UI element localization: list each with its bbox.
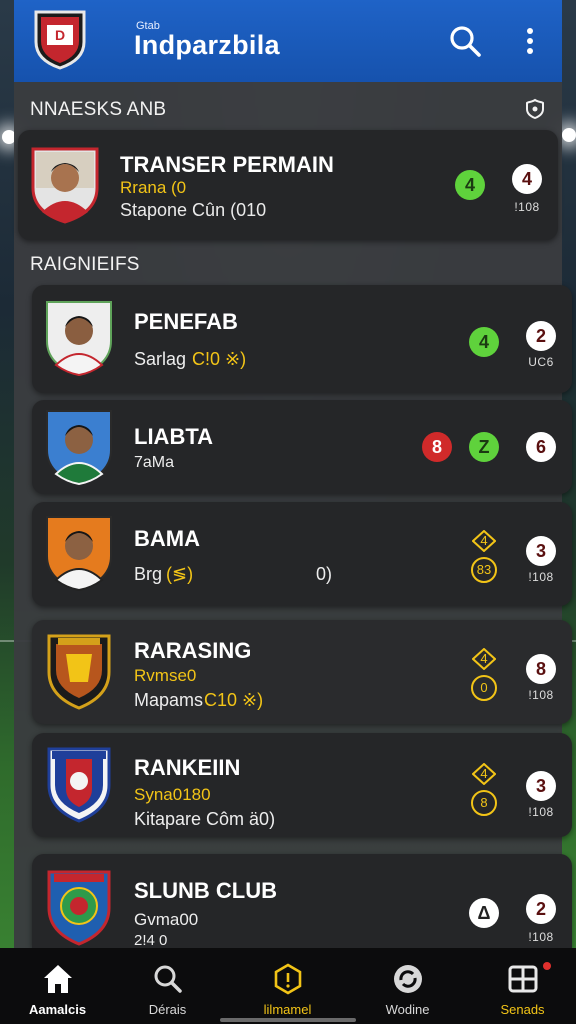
card-name: RARASING — [134, 638, 252, 663]
club-crest-icon — [47, 634, 111, 710]
club-crest-logo[interactable]: D — [32, 8, 88, 70]
shield-outline-icon[interactable] — [524, 98, 546, 120]
player-card-bama[interactable]: BAMA Brg (≶) 0) 4 83 3 !108 — [32, 502, 572, 606]
app-title: Indparzbila — [134, 30, 280, 60]
nav-tab-info[interactable]: lilmamel — [230, 948, 345, 1024]
card-detail: 2!4 0 — [134, 932, 168, 949]
card-detail: Mapams — [134, 690, 204, 710]
hexagon-info-icon — [274, 963, 301, 995]
score-ball-icon: 6 — [526, 432, 556, 462]
score-label: !108 — [528, 930, 554, 944]
card-detail: Kitapare Côm ä0) — [134, 809, 276, 829]
nav-tab-refresh[interactable]: Wodine — [350, 948, 465, 1024]
score-ball-icon: 2 — [526, 894, 556, 924]
home-icon — [43, 965, 72, 993]
stadium-light-right — [562, 128, 576, 142]
card-name: LIABTA — [134, 424, 214, 449]
card-detail: Stapone Cûn (010 — [120, 200, 267, 220]
card-name: BAMA — [134, 526, 200, 551]
more-menu-button[interactable] — [511, 22, 549, 60]
grid-icon — [508, 965, 537, 993]
card-subtitle: Gvma00 — [134, 910, 199, 929]
nav-tab-grid[interactable]: Senads — [465, 948, 576, 1024]
club-card-rankeiin[interactable]: RANKEIIN Syna0180 Kitapare Côm ä0) 4 8 3… — [32, 733, 572, 837]
search-icon — [154, 965, 182, 993]
bottom-navigation: Aamalcis Dérais lilmamel Wodine Senads — [0, 948, 576, 1024]
nav-label: lilmamel — [263, 1002, 312, 1017]
trend-value: 8 — [480, 795, 488, 810]
form-badge-red: 8 — [422, 432, 452, 462]
club-crest-icon — [47, 870, 111, 946]
card-detail: 7aMa — [134, 454, 175, 471]
player-card-penefab[interactable]: PENEFAB Sarlag C!0 ※) 4 2 UC6 — [32, 285, 572, 393]
notification-dot — [543, 962, 551, 970]
card-detail-highlight: C!0 ※) — [192, 349, 247, 369]
player-photo-avatar — [46, 516, 112, 592]
score-label: UC6 — [528, 355, 554, 369]
score-ball-icon: 3 — [526, 536, 556, 566]
search-icon — [450, 26, 481, 57]
card-detail: Brg — [134, 564, 163, 584]
card-detail-extra: 0) — [316, 564, 333, 584]
score-ball-icon: 8 — [526, 654, 556, 684]
card-detail-highlight: C10 ※) — [204, 690, 264, 710]
card-subtitle: Rrana (0 — [120, 178, 187, 197]
card-name: TRANSER PERMAIN — [120, 152, 334, 177]
section-heading-featured: NNAESKS ANB — [30, 99, 167, 120]
score-ball-icon: 3 — [526, 771, 556, 801]
club-card-rarasing[interactable]: RARASING Rvmse0 Mapams C10 ※) 4 0 8 !108 — [32, 620, 572, 724]
section-heading-rankings: RAIGNIEIFS — [30, 254, 140, 275]
nav-label: Wodine — [385, 1002, 430, 1017]
trend-value: 4 — [480, 651, 488, 666]
refresh-icon — [393, 965, 422, 993]
trend-value: 4 — [480, 766, 488, 781]
card-detail-highlight: (≶) — [166, 564, 194, 584]
more-vertical-icon — [527, 28, 533, 54]
main-panel: NNAESKS ANB TRANSER PERMAIN Rrana (0 Sta… — [14, 82, 572, 949]
trend-value: 83 — [476, 562, 492, 577]
score-label: !108 — [514, 200, 540, 214]
card-subtitle: Syna0180 — [134, 785, 211, 804]
nav-tab-search[interactable]: Dérais — [110, 948, 225, 1024]
card-subtitle: Rvmse0 — [134, 666, 197, 685]
search-button[interactable] — [446, 22, 484, 60]
svg-text:D: D — [55, 27, 65, 43]
trend-value: 0 — [480, 680, 488, 695]
player-card-liabta[interactable]: LIABTA 7aMa 8 Z 6 — [32, 400, 572, 494]
nav-tab-home[interactable]: Aamalcis — [0, 948, 115, 1024]
app-header: D Gtab Indparzbila — [14, 0, 562, 82]
score-ball-icon: 2 — [526, 321, 556, 351]
card-name: PENEFAB — [134, 309, 238, 334]
nav-label: Senads — [500, 1002, 545, 1017]
player-photo-avatar — [31, 147, 99, 224]
score-ball-icon: 4 — [512, 164, 542, 194]
home-indicator — [220, 1018, 356, 1022]
trend-value: 4 — [480, 533, 488, 548]
card-detail: Sarlag — [134, 349, 187, 369]
form-badge-green: 4 — [469, 327, 499, 357]
score-label: !108 — [528, 805, 554, 819]
club-card-slunb[interactable]: SLUNB CLUB Gvma00 2!4 0 Δ 2 !108 — [32, 854, 572, 949]
form-badge-green: 4 — [455, 170, 485, 200]
score-label: !108 — [528, 570, 554, 584]
player-card-transer[interactable]: TRANSER PERMAIN Rrana (0 Stapone Cûn (01… — [18, 130, 558, 240]
form-badge-green: Z — [469, 432, 499, 462]
card-name: SLUNB CLUB — [134, 878, 277, 903]
club-crest-icon — [47, 747, 111, 823]
nav-label: Aamalcis — [28, 1002, 87, 1017]
card-name: RANKEIIN — [134, 755, 241, 780]
alert-badge: Δ — [469, 898, 499, 928]
player-photo-avatar — [46, 301, 112, 377]
player-photo-avatar — [46, 410, 112, 486]
nav-label: Dérais — [148, 1002, 187, 1017]
score-label: !108 — [528, 688, 554, 702]
